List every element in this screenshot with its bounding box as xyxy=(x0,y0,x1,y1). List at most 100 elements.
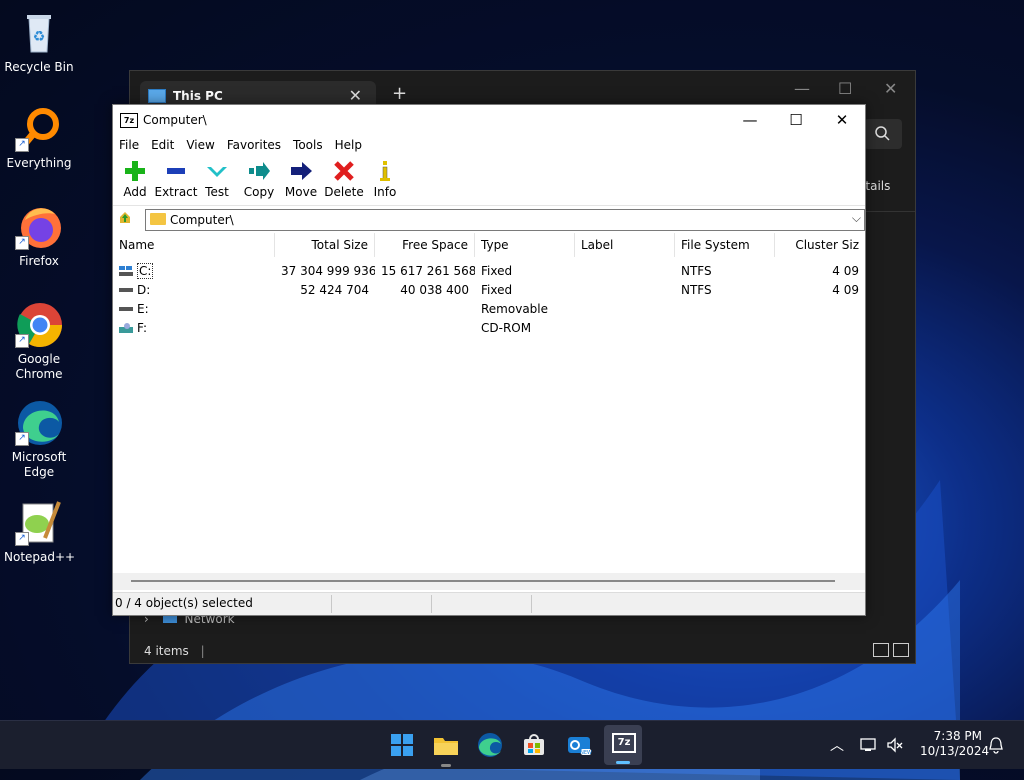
explorer-maximize-button[interactable]: ☐ xyxy=(838,79,852,98)
extract-button[interactable]: Extract xyxy=(154,159,198,199)
maximize-button[interactable]: ☐ xyxy=(773,105,819,135)
column-cluster-size[interactable]: Cluster Siz xyxy=(775,233,865,257)
menu-file[interactable]: File xyxy=(113,135,145,155)
column-free-space[interactable]: Free Space xyxy=(375,233,475,257)
cell-total-size xyxy=(275,300,375,319)
selection-status: 0 / 4 object(s) selected xyxy=(115,596,253,610)
details-view-button[interactable] xyxy=(873,643,889,657)
volume-muted-icon[interactable] xyxy=(886,737,904,753)
move-button[interactable]: Move xyxy=(279,159,323,199)
column-type[interactable]: Type xyxy=(475,233,575,257)
running-indicator xyxy=(441,764,451,767)
notification-bell-icon[interactable] xyxy=(988,736,1004,754)
menu-tools[interactable]: Tools xyxy=(287,135,329,155)
table-row[interactable]: E: Removable xyxy=(113,300,865,319)
file-explorer-taskbar-icon[interactable] xyxy=(432,731,460,759)
desktop-icon-everything[interactable]: ↗ Everything xyxy=(4,104,74,171)
desktop-icon-chrome[interactable]: ↗ Google Chrome xyxy=(4,300,74,382)
table-row[interactable]: C: 37 304 999 936 15 617 261 568 Fixed N… xyxy=(113,262,865,281)
cell-total-size: 37 304 999 936 xyxy=(281,264,375,278)
menu-edit[interactable]: Edit xyxy=(145,135,180,155)
recycle-bin-icon: ♻ xyxy=(15,8,63,56)
cell-free-space xyxy=(375,319,475,338)
cell-free-space: 40 038 400 xyxy=(400,283,469,297)
copy-button[interactable]: Copy xyxy=(237,159,281,199)
outlook-taskbar-icon[interactable]: NEW xyxy=(565,731,593,759)
edge-icon: ↗ xyxy=(15,398,63,446)
info-button[interactable]: Info xyxy=(363,159,407,199)
cell-name: F: xyxy=(137,321,148,335)
explorer-close-button[interactable]: ✕ xyxy=(884,79,897,98)
column-name[interactable]: Name xyxy=(113,233,275,257)
explorer-item-count: 4 items | xyxy=(144,644,205,658)
folder-icon xyxy=(150,213,166,225)
test-button[interactable]: Test xyxy=(195,159,239,199)
desktop-icon-firefox[interactable]: ↗ Firefox xyxy=(4,202,74,269)
desktop-icon-edge[interactable]: ↗ Microsoft Edge xyxy=(4,398,74,480)
minimize-button[interactable]: — xyxy=(727,105,773,135)
7zip-taskbar-button[interactable]: 7z xyxy=(604,725,642,765)
add-button[interactable]: Add xyxy=(113,159,157,199)
test-label: Test xyxy=(205,185,229,199)
chrome-icon: ↗ xyxy=(15,300,63,348)
close-button[interactable]: ✕ xyxy=(819,105,865,135)
table-row[interactable]: D: 52 424 704 40 038 400 Fixed NTFS 4 09 xyxy=(113,281,865,300)
menu-help[interactable]: Help xyxy=(329,135,368,155)
clock[interactable]: 7:38 PM 10/13/2024 xyxy=(920,729,990,759)
column-file-system[interactable]: File System xyxy=(675,233,775,257)
cell-total-size xyxy=(275,319,375,338)
cell-type: Removable xyxy=(481,302,549,316)
address-bar: Computer\ ⌵ xyxy=(113,207,865,231)
tiles-view-button[interactable] xyxy=(893,643,909,657)
chevron-down-icon[interactable]: ⌵ xyxy=(852,211,861,226)
cell-free-space xyxy=(375,300,475,319)
path-combobox[interactable]: Computer\ ⌵ xyxy=(145,209,865,231)
path-text: Computer\ xyxy=(170,213,234,227)
cell-free-space: 15 617 261 568 xyxy=(381,264,475,278)
shortcut-arrow-icon: ↗ xyxy=(15,138,29,152)
menu-favorites[interactable]: Favorites xyxy=(221,135,287,155)
new-tab-button[interactable]: + xyxy=(392,83,407,104)
desktop-icon-recycle-bin[interactable]: ♻ Recycle Bin xyxy=(4,8,74,75)
move-arrow-icon xyxy=(289,159,313,183)
close-tab-button[interactable]: ✕ xyxy=(349,86,362,105)
svg-text:NEW: NEW xyxy=(580,750,592,756)
shortcut-arrow-icon: ↗ xyxy=(15,532,29,546)
desktop-icon-notepadpp[interactable]: ↗ Notepad++ xyxy=(4,498,75,565)
up-folder-icon[interactable] xyxy=(118,211,132,225)
column-total-size[interactable]: Total Size xyxy=(275,233,375,257)
check-icon xyxy=(205,159,229,183)
cell-label xyxy=(575,281,675,300)
delete-button[interactable]: Delete xyxy=(322,159,366,199)
notepadpp-icon: ↗ xyxy=(15,498,63,546)
explorer-minimize-button[interactable]: — xyxy=(794,79,810,98)
explorer-search-button[interactable] xyxy=(864,119,902,149)
start-button[interactable] xyxy=(388,731,416,759)
status-bar: 0 / 4 object(s) selected xyxy=(113,592,865,615)
scrollbar-thumb[interactable] xyxy=(131,580,835,582)
menu-view[interactable]: View xyxy=(180,135,220,155)
clock-date: 10/13/2024 xyxy=(920,744,990,758)
store-taskbar-icon[interactable] xyxy=(520,731,548,759)
delete-label: Delete xyxy=(324,185,364,199)
7zip-titlebar[interactable]: 7z Computer\ — ☐ ✕ xyxy=(113,105,865,135)
edge-taskbar-icon[interactable] xyxy=(476,731,504,759)
search-icon xyxy=(875,126,890,141)
network-tray-icon[interactable] xyxy=(860,737,878,753)
file-list[interactable]: Name Total Size Free Space Type Label Fi… xyxy=(113,233,865,583)
svg-text:♻: ♻ xyxy=(33,29,46,45)
column-label[interactable]: Label xyxy=(575,233,675,257)
table-row[interactable]: F: CD-ROM xyxy=(113,319,865,338)
chevron-up-icon[interactable]: ︿ xyxy=(830,735,844,755)
horizontal-scrollbar[interactable] xyxy=(113,573,865,590)
7zip-window[interactable]: 7z Computer\ — ☐ ✕ File Edit View Favorites… xyxy=(112,104,866,616)
active-indicator xyxy=(616,761,630,764)
cell-file-system: NTFS xyxy=(681,283,712,297)
plus-icon xyxy=(123,159,147,183)
taskbar: NEW 7z ︿ 7:38 PM 10/13/2024 xyxy=(0,720,1024,769)
info-icon xyxy=(373,159,397,183)
drive-name: C: xyxy=(137,263,154,279)
shortcut-arrow-icon: ↗ xyxy=(15,236,29,250)
desktop-icon-label: Google Chrome xyxy=(15,352,63,381)
move-label: Move xyxy=(284,185,318,199)
